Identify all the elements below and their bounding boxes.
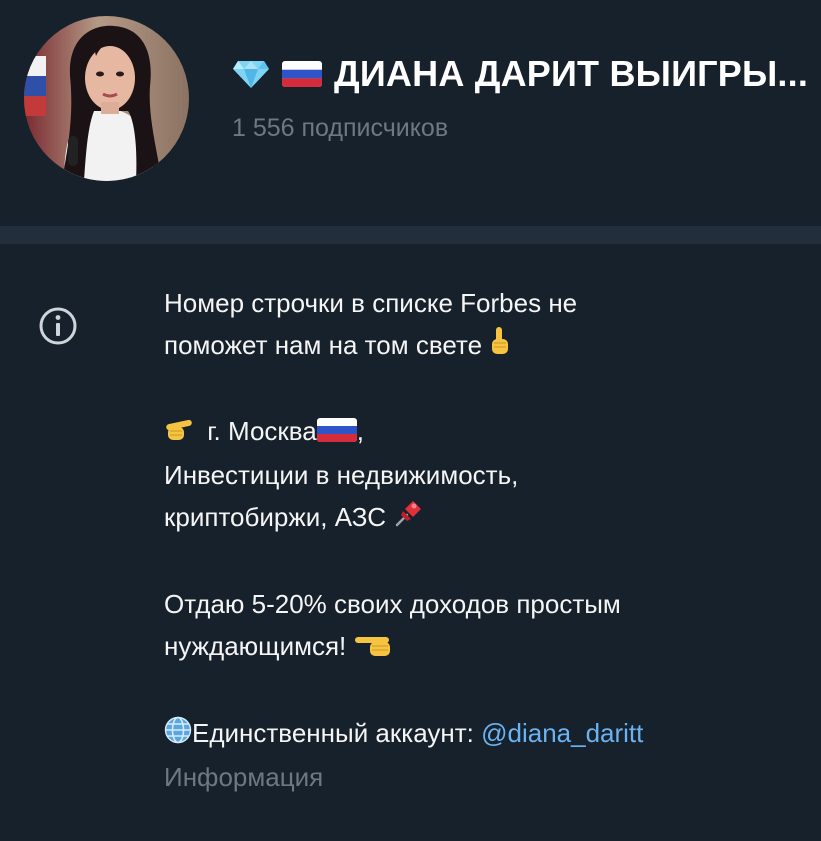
pointing-right-icon xyxy=(164,412,200,454)
description-line: поможет нам на том свете xyxy=(164,324,804,368)
pointing-right-icon xyxy=(354,628,394,670)
account-link[interactable]: @diana_daritt xyxy=(481,718,643,748)
info-section: Номер строчки в списке Forbes не поможет… xyxy=(0,244,821,841)
channel-header: ДИАНА ДАРИТ ВЫИГРЫ... 1 556 подписчиков xyxy=(0,0,821,226)
info-caption: Информация xyxy=(164,761,324,792)
description-line: Инвестиции в недвижимость, xyxy=(164,460,519,491)
description-line: криптобиржи, АЗС xyxy=(164,496,804,541)
channel-name: ДИАНА ДАРИТ ВЫИГРЫ... xyxy=(334,53,809,94)
globe-icon xyxy=(164,714,192,756)
diamond-icon xyxy=(232,59,270,89)
description-line: нуждающимся! xyxy=(164,625,804,669)
channel-description: Номер строчки в списке Forbes не поможет… xyxy=(164,282,804,798)
description-line: г. Москва , xyxy=(164,410,804,454)
description-line: Единственный аккаунт: @diana_daritt xyxy=(164,712,804,756)
pointing-up-icon xyxy=(489,326,511,368)
description-line: Отдаю 5-20% своих доходов простым xyxy=(164,589,621,620)
channel-title: ДИАНА ДАРИТ ВЫИГРЫ... xyxy=(232,50,812,98)
channel-avatar[interactable] xyxy=(24,16,189,181)
info-icon xyxy=(38,306,78,346)
russia-flag-icon xyxy=(282,61,322,87)
description-line: Номер строчки в списке Forbes не xyxy=(164,288,578,318)
pushpin-icon xyxy=(393,497,425,541)
section-divider xyxy=(0,226,821,244)
subscriber-count: 1 556 подписчиков xyxy=(232,114,449,142)
russia-flag-icon xyxy=(316,412,357,454)
